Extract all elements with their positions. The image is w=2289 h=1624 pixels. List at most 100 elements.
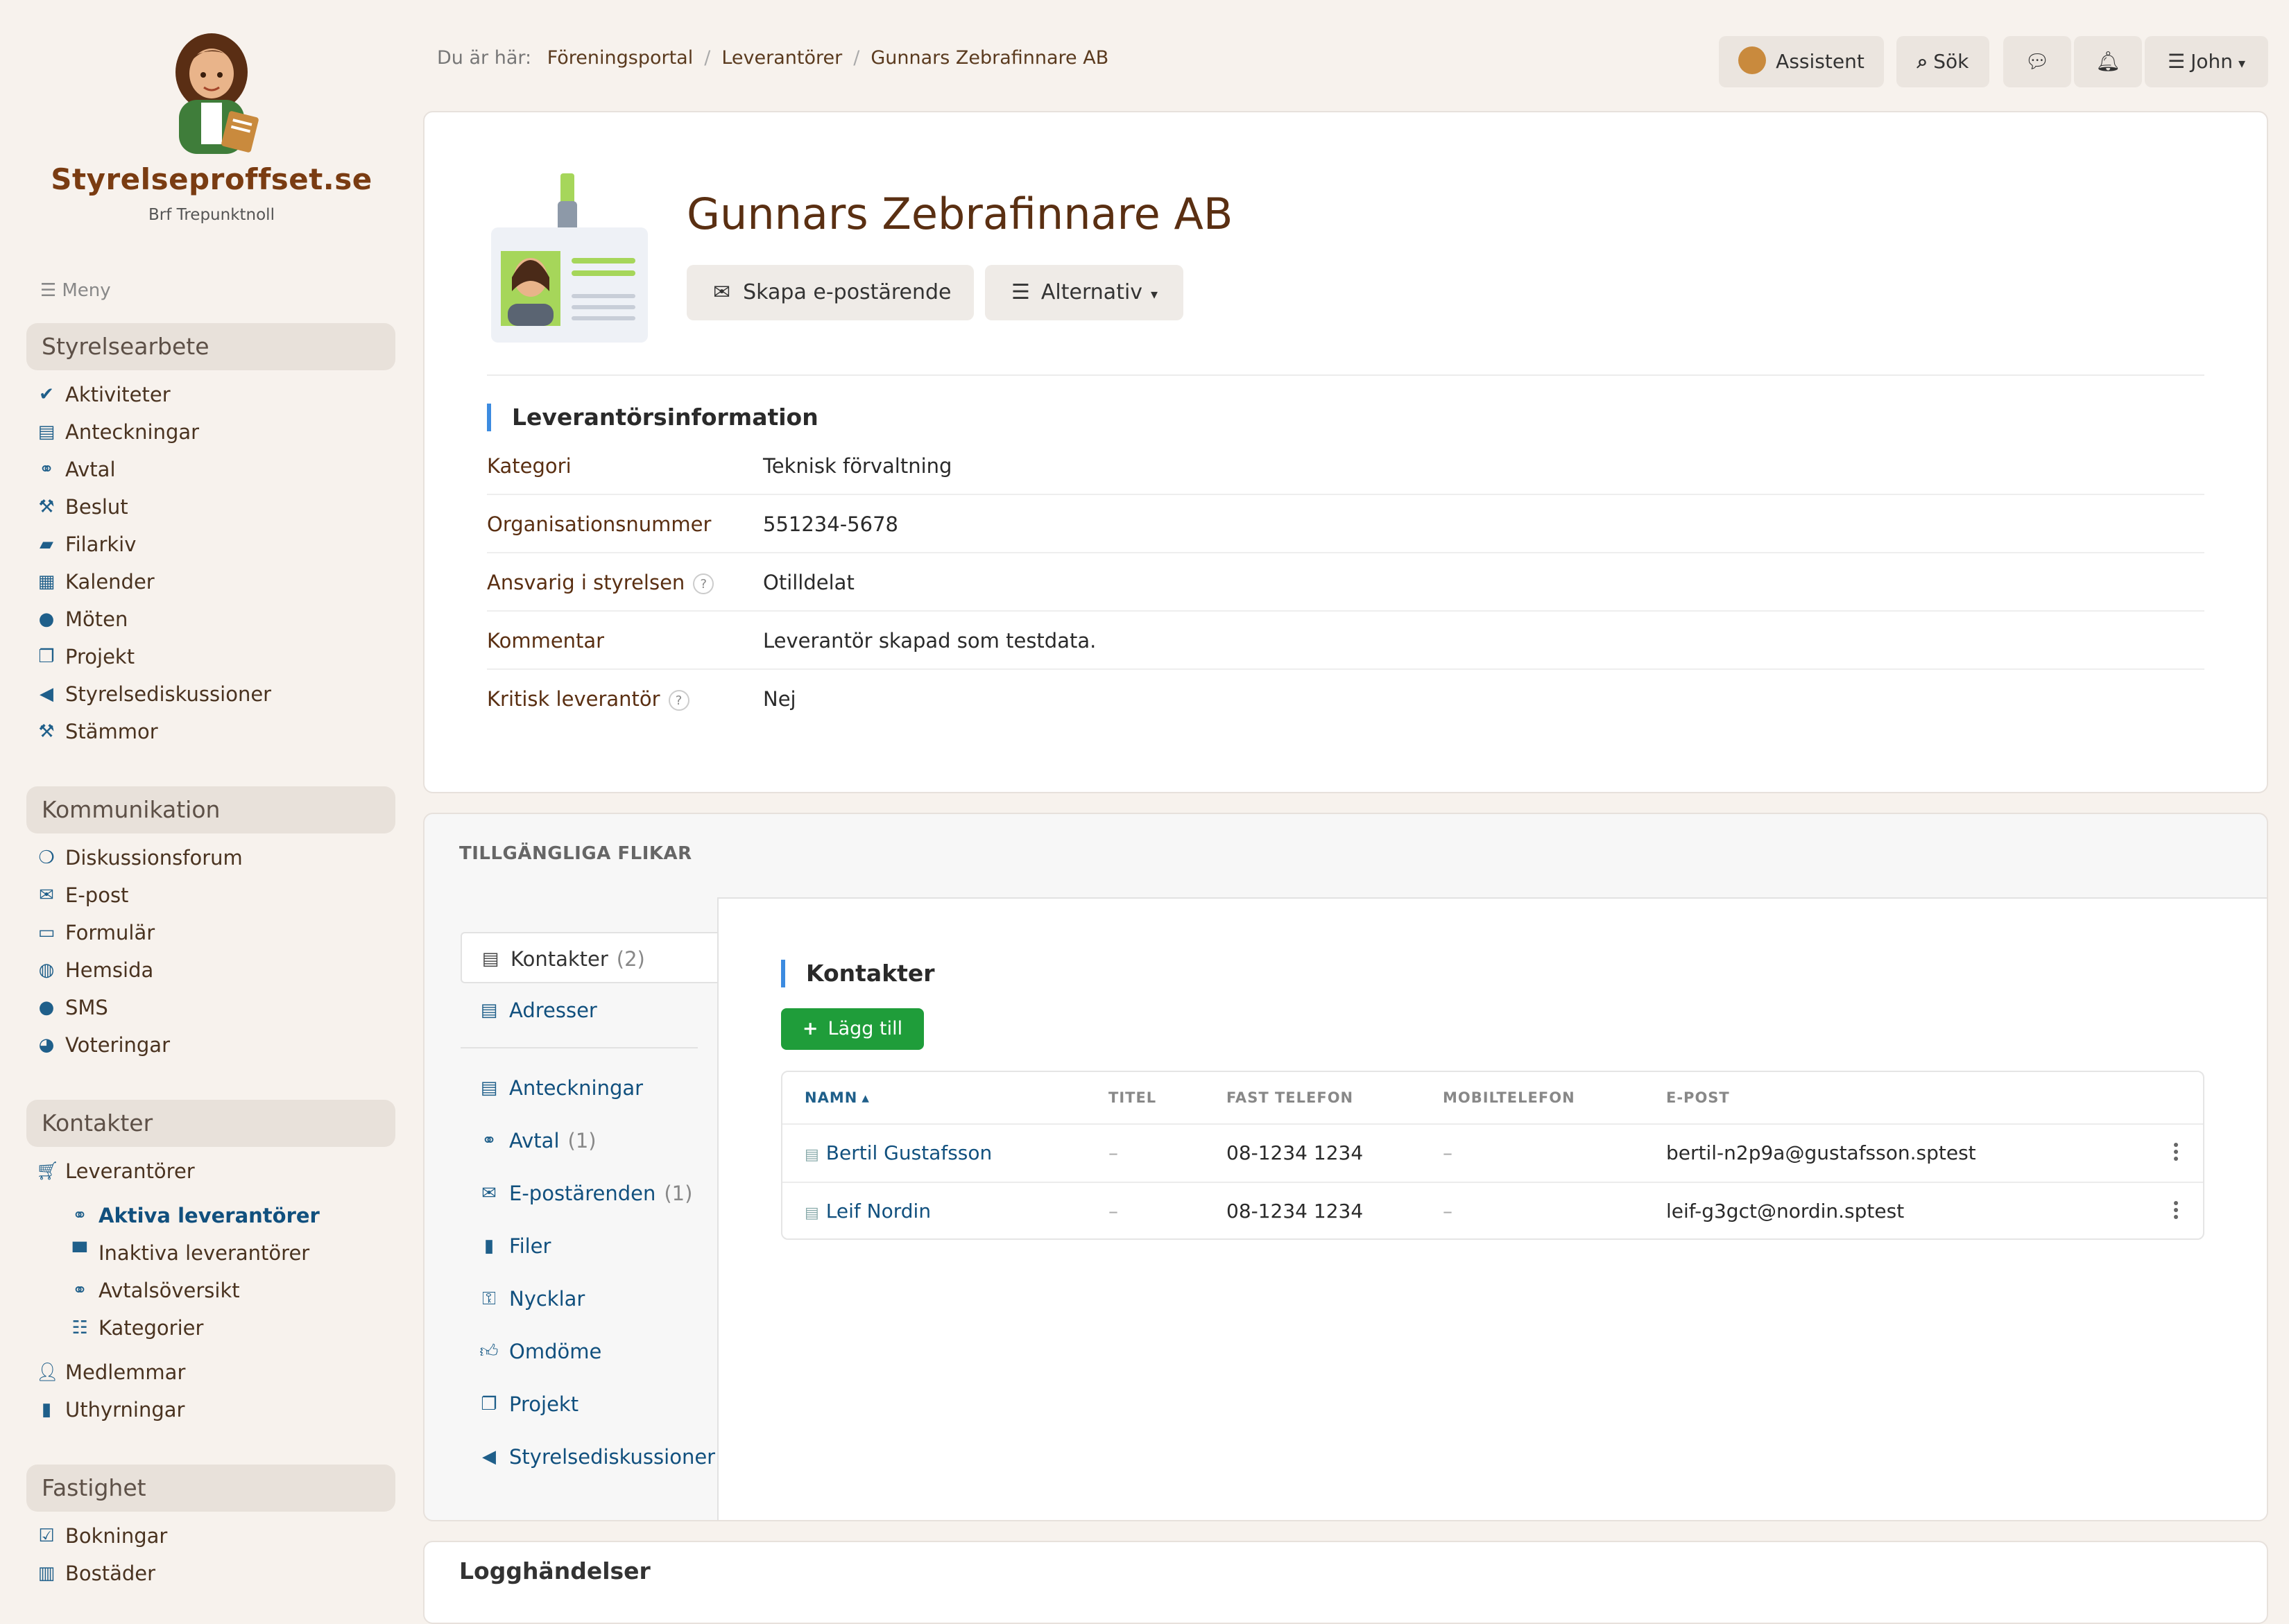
sidebar-item-diskussionsforum[interactable]: ❍ Diskussionsforum: [26, 839, 395, 876]
sidebar-item-bokningar[interactable]: ☑ Bokningar: [26, 1517, 395, 1555]
breadcrumb-foreningsportal[interactable]: Föreningsportal: [547, 47, 694, 69]
brand[interactable]: Styrelseproffset.se Brf Trepunktnoll: [0, 31, 423, 224]
comments-icon: ❍: [38, 847, 55, 868]
tab-e-postarenden[interactable]: ✉ E-postärenden (1): [461, 1168, 717, 1219]
menu-icon: ☰: [2167, 50, 2186, 73]
tab-filer[interactable]: ▮ Filer: [461, 1220, 717, 1272]
info-value: Nej: [763, 687, 796, 711]
sidebar-item-label: Projekt: [65, 645, 135, 668]
section-heading[interactable]: Styrelsearbete: [26, 323, 395, 370]
contact-email: bertil-n2p9a@gustafsson.sptest: [1666, 1141, 1976, 1164]
help-icon[interactable]: ?: [693, 573, 714, 594]
contact-name-link[interactable]: ▤ Leif Nordin: [805, 1183, 931, 1242]
sidebar-item-label: Bokningar: [65, 1524, 168, 1548]
contact-name-link[interactable]: ▤ Bertil Gustafsson: [805, 1125, 992, 1184]
sidebar-item-moten[interactable]: ● Möten: [26, 601, 395, 638]
mascot-logo: [153, 31, 271, 155]
breadcrumb-leverantorer[interactable]: Leverantörer: [721, 47, 842, 69]
sidebar-item-label: Bostäder: [65, 1562, 156, 1585]
column-header-titel[interactable]: TITEL: [1108, 1072, 1156, 1123]
user-name: John: [2191, 50, 2233, 73]
tab-kontakter[interactable]: ▤ Kontakter (2): [461, 932, 717, 983]
section-heading[interactable]: Fastighet: [26, 1465, 395, 1512]
tab-styrelsediskussioner[interactable]: ◀ Styrelsediskussioner: [461, 1431, 717, 1483]
sidebar-item-label: Inaktiva leverantörer: [98, 1241, 310, 1265]
sidebar-item-kategorier[interactable]: ☷ Kategorier: [26, 1309, 395, 1347]
sidebar-item-label: Filarkiv: [65, 533, 137, 556]
column-header-namn[interactable]: NAMN ▴: [805, 1072, 870, 1123]
sidebar-item-label: Anteckningar: [65, 420, 200, 444]
tab-omdome[interactable]: 👍︎ Omdöme: [461, 1326, 717, 1377]
sidebar-item-label: Möten: [65, 607, 128, 631]
sidebar-item-aktiviteter[interactable]: ✔ Aktiviteter: [26, 376, 395, 413]
info-value: Leverantör skapad som testdata.: [763, 629, 1097, 653]
sidebar-item-anteckningar[interactable]: ▤ Anteckningar: [26, 413, 395, 451]
search-label: Sök: [1933, 50, 1969, 73]
tab-label: Omdöme: [509, 1340, 602, 1363]
row-actions-icon[interactable]: [2174, 1201, 2178, 1222]
contact-mobile: –: [1443, 1141, 1452, 1164]
tab-label: Kontakter: [511, 947, 608, 971]
handshake-icon: ⚭: [39, 459, 54, 480]
sidebar-item-medlemmar[interactable]: 👤︎ Medlemmar: [26, 1354, 395, 1391]
sidebar-item-inaktiva-leverantorer[interactable]: ▀ Inaktiva leverantörer: [26, 1234, 395, 1272]
sidebar-item-stammor[interactable]: ⚒ Stämmor: [26, 713, 395, 750]
section-heading[interactable]: Kontakter: [26, 1100, 395, 1147]
envelope-icon: ✉: [481, 1183, 497, 1204]
sidebar-item-kalender[interactable]: ▦ Kalender: [26, 563, 395, 601]
user-menu-button[interactable]: ☰ John ▾: [2145, 36, 2268, 87]
sidebar-item-hemsida[interactable]: ◍ Hemsida: [26, 951, 395, 989]
contact-mobile: –: [1443, 1200, 1452, 1223]
sort-asc-icon: ▴: [861, 1089, 870, 1106]
row-actions-icon[interactable]: [2174, 1143, 2178, 1164]
add-contact-button[interactable]: + Lägg till: [781, 1008, 924, 1050]
chat-button[interactable]: 💬︎: [2003, 36, 2071, 87]
sidebar-item-label: Beslut: [65, 495, 128, 519]
sidebar-item-sms[interactable]: ● SMS: [26, 989, 395, 1026]
sidebar-item-avtal[interactable]: ⚭ Avtal: [26, 451, 395, 488]
address-card-icon: ▤: [481, 949, 499, 969]
create-email-case-button[interactable]: ✉ Skapa e-postärende: [687, 265, 974, 320]
column-label: NAMN: [805, 1089, 858, 1106]
contact-name: Bertil Gustafsson: [825, 1141, 993, 1164]
info-value: Teknisk förvaltning: [763, 454, 952, 478]
help-icon[interactable]: ?: [668, 690, 689, 711]
tab-projekt[interactable]: ❐ Projekt: [461, 1379, 717, 1430]
assistant-button[interactable]: Assistent: [1719, 36, 1884, 87]
sidebar-item-styrelsediskussioner[interactable]: ◀ Styrelsediskussioner: [26, 675, 395, 713]
copy-icon: ❐: [38, 646, 55, 667]
sidebar-item-filarkiv[interactable]: ▰ Filarkiv: [26, 526, 395, 563]
notifications-button[interactable]: 🔔︎: [2074, 36, 2142, 87]
column-header-e-post[interactable]: E-POST: [1666, 1072, 1730, 1123]
check-icon: ✔: [39, 384, 54, 405]
sidebar-item-aktiva-leverantorer[interactable]: ⚭ Aktiva leverantörer: [26, 1197, 395, 1234]
sidebar-item-leverantorer[interactable]: 🛒︎ Leverantörer: [26, 1152, 395, 1190]
sidebar-item-projekt[interactable]: ❐ Projekt: [26, 638, 395, 675]
tab-avtal[interactable]: ⚭ Avtal (1): [461, 1115, 717, 1166]
search-button[interactable]: ⌕ Sök: [1896, 36, 1989, 87]
section-heading[interactable]: Kommunikation: [26, 786, 395, 833]
log-card: [423, 1541, 2268, 1624]
sidebar-item-label: Leverantörer: [65, 1159, 195, 1183]
column-header-mobiltelefon[interactable]: MOBILTELEFON: [1443, 1072, 1575, 1123]
sidebar-item-beslut[interactable]: ⚒ Beslut: [26, 488, 395, 526]
options-dropdown-button[interactable]: ☰ Alternativ ▾: [985, 265, 1183, 320]
contact-phone: 08-1234 1234: [1226, 1200, 1364, 1223]
column-header-fast-telefon[interactable]: FAST TELEFON: [1226, 1072, 1353, 1123]
tab-nycklar[interactable]: ⚿ Nycklar: [461, 1273, 717, 1324]
tab-label: Avtal: [509, 1129, 560, 1152]
tab-anteckningar[interactable]: ▤ Anteckningar: [461, 1062, 717, 1114]
sidebar-item-label: Aktiva leverantörer: [98, 1204, 320, 1227]
sidebar-item-formular[interactable]: ▭ Formulär: [26, 914, 395, 951]
sidebar-item-bostader[interactable]: ▥ Bostäder: [26, 1555, 395, 1592]
tab-label: Filer: [509, 1234, 551, 1258]
sidebar-item-uthyrningar[interactable]: ▮ Uthyrningar: [26, 1391, 395, 1428]
info-row-kritisk: Kritisk leverantör? Nej: [487, 670, 2204, 728]
menu-toggle[interactable]: ☰ Meny: [40, 280, 111, 301]
tab-adresser[interactable]: ▤ Adresser: [461, 985, 717, 1036]
caret-down-icon: ▾: [2238, 55, 2246, 71]
sidebar-item-label: Stämmor: [65, 720, 158, 743]
sidebar-item-e-post[interactable]: ✉ E-post: [26, 876, 395, 914]
sidebar-item-avtalsoversikt[interactable]: ⚭ Avtalsöversikt: [26, 1272, 395, 1309]
sidebar-item-voteringar[interactable]: ◕ Voteringar: [26, 1026, 395, 1064]
